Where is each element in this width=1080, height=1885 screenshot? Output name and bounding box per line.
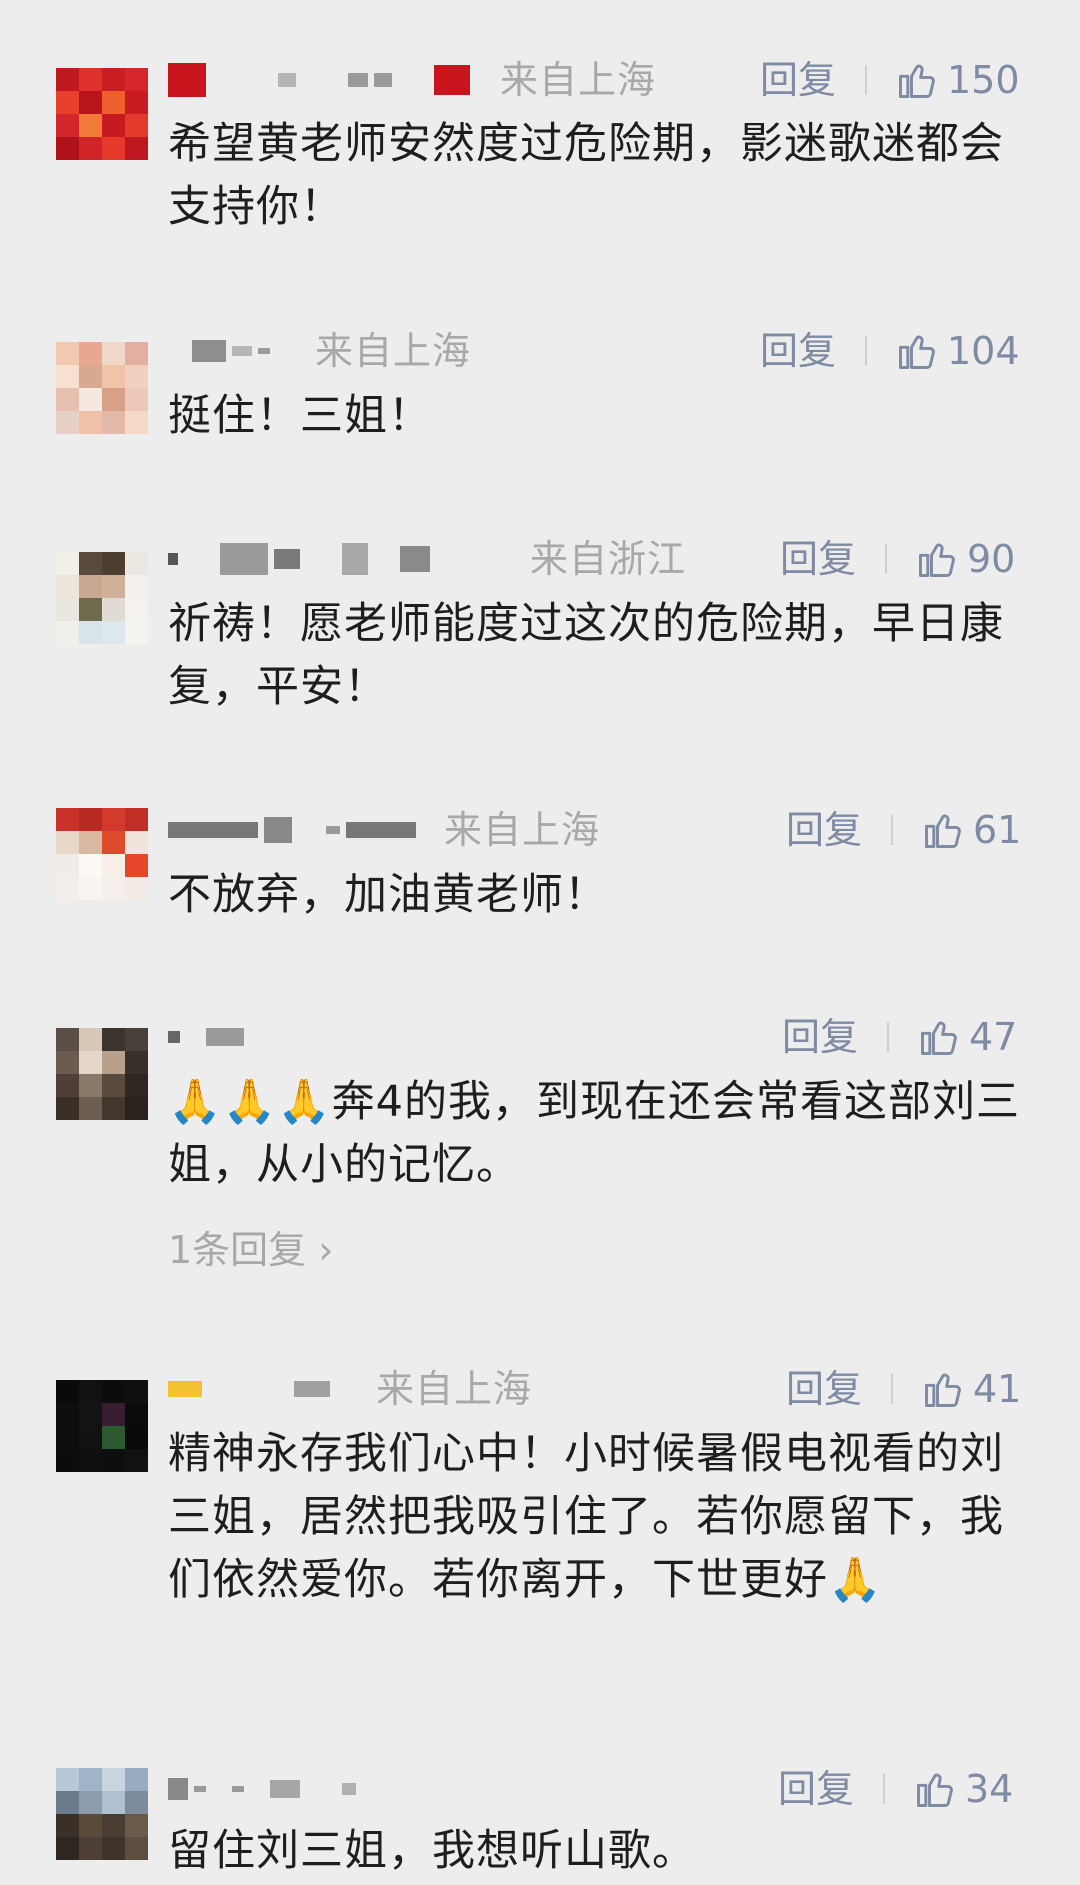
username-blurred[interactable] <box>168 1764 356 1814</box>
thumbs-up-icon <box>899 64 935 98</box>
username-blurred[interactable] <box>168 534 430 584</box>
username-blurred[interactable] <box>168 326 270 376</box>
comment-text: 留住刘三姐，我想听山歌。 <box>168 1826 696 1876</box>
reply-button[interactable]: 回复 <box>780 534 856 584</box>
like-count: 150 <box>947 58 1020 102</box>
like-button[interactable]: 104 <box>895 326 1020 376</box>
comment-text: 祈祷！愿老师能度过这次的危险期，早日康复，平安！ <box>168 599 1004 712</box>
like-count: 90 <box>967 537 1016 581</box>
avatar[interactable] <box>56 342 148 434</box>
avatar[interactable] <box>56 1768 148 1860</box>
thumbs-up-icon <box>921 1021 957 1055</box>
like-button[interactable]: 150 <box>895 55 1020 105</box>
thumbs-up-icon <box>925 814 961 848</box>
thumbs-up-icon <box>925 1373 961 1407</box>
region-label: 来自上海 <box>500 58 657 102</box>
like-count: 41 <box>973 1367 1022 1411</box>
username-blurred[interactable] <box>168 55 470 105</box>
reply-button[interactable]: 回复 <box>782 1012 858 1062</box>
like-count: 34 <box>965 1767 1014 1811</box>
username-blurred[interactable] <box>168 1364 330 1414</box>
thumbs-up-icon <box>919 543 955 577</box>
reply-button[interactable]: 回复 <box>760 55 836 105</box>
like-count: 61 <box>973 808 1022 852</box>
comment-text: 不放弃，加油黄老师！ <box>168 870 608 920</box>
like-button[interactable]: 61 <box>921 805 1021 855</box>
avatar[interactable] <box>56 552 148 644</box>
avatar[interactable] <box>56 68 148 160</box>
comment-text: 🙏🙏🙏奔4的我，到现在还会常看这部刘三姐，从小的记忆。 <box>168 1077 1020 1190</box>
like-count: 47 <box>969 1015 1018 1059</box>
comment-text: 精神永存我们心中！小时候暑假电视看的刘三姐，居然把我吸引住了。若你愿留下，我们依… <box>168 1429 1004 1605</box>
reply-button[interactable]: 回复 <box>786 1364 862 1414</box>
username-blurred[interactable] <box>168 805 416 855</box>
reply-button[interactable]: 回复 <box>760 326 836 376</box>
comment-text: 希望黄老师安然度过危险期，影迷歌迷都会支持你！ <box>168 119 1004 232</box>
avatar[interactable] <box>56 1028 148 1120</box>
divider <box>865 65 867 95</box>
divider <box>891 815 893 845</box>
like-button[interactable]: 90 <box>915 534 1015 584</box>
reply-button[interactable]: 回复 <box>786 805 862 855</box>
thumbs-up-icon <box>899 335 935 369</box>
divider <box>887 1022 889 1052</box>
divider <box>891 1374 893 1404</box>
thumbs-up-icon <box>917 1773 953 1807</box>
divider <box>883 1774 885 1804</box>
avatar[interactable] <box>56 808 148 900</box>
view-replies-link[interactable]: 1条回复 › <box>168 1225 333 1275</box>
like-button[interactable]: 41 <box>921 1364 1021 1414</box>
comment-text: 挺住！三姐！ <box>168 391 432 441</box>
avatar[interactable] <box>56 1380 148 1472</box>
like-button[interactable]: 34 <box>913 1764 1013 1814</box>
divider <box>865 336 867 366</box>
like-button[interactable]: 47 <box>917 1012 1017 1062</box>
region-label: 来自上海 <box>444 808 601 852</box>
region-label: 来自上海 <box>315 329 472 373</box>
username-blurred[interactable] <box>168 1012 244 1062</box>
region-label: 来自上海 <box>376 1367 533 1411</box>
region-label: 来自浙江 <box>530 537 687 581</box>
divider <box>885 544 887 574</box>
reply-button[interactable]: 回复 <box>778 1764 854 1814</box>
like-count: 104 <box>947 329 1020 373</box>
